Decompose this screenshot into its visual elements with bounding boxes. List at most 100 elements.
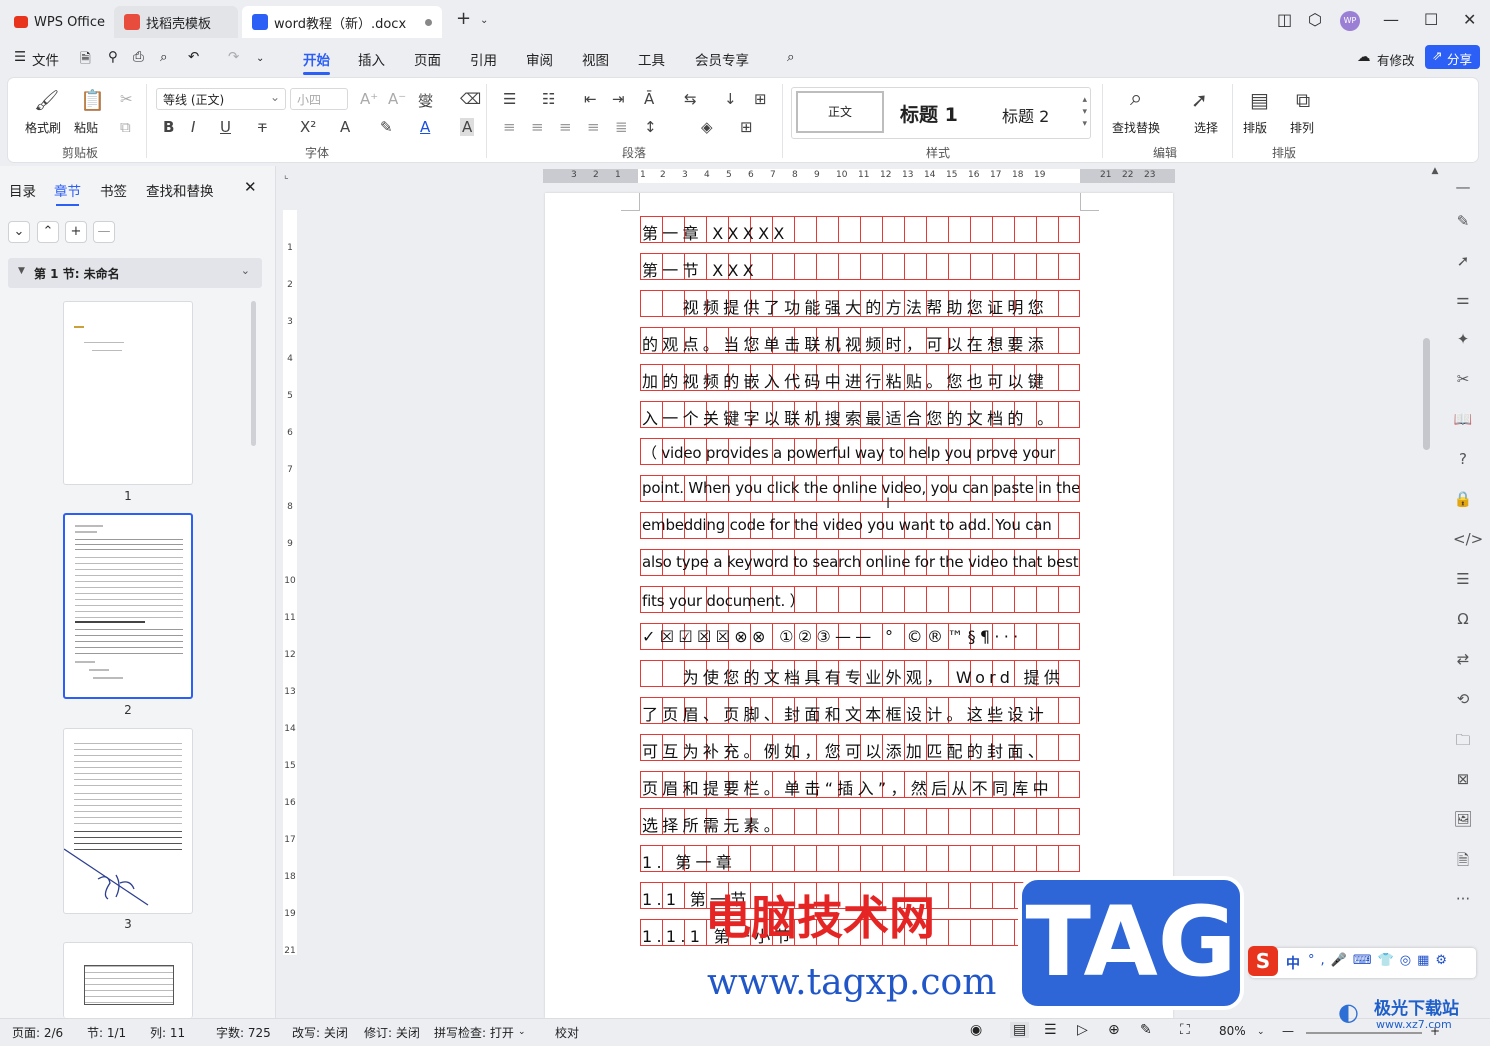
- symbol-icon[interactable]: Ω: [1453, 610, 1473, 628]
- read-mode-icon[interactable]: ▷: [1077, 1022, 1088, 1038]
- new-tab-button[interactable]: +: [456, 8, 471, 29]
- outline-view-icon[interactable]: ☰: [1044, 1022, 1057, 1038]
- image-icon[interactable]: ⊠: [1453, 770, 1473, 788]
- page-thumbnail-2[interactable]: [63, 513, 193, 699]
- hamburger-icon[interactable]: ☰: [14, 49, 26, 65]
- borders-icon[interactable]: ⊞: [740, 118, 753, 136]
- settings-sliders-icon[interactable]: ⚌: [1453, 290, 1473, 308]
- zoom-slider[interactable]: [1306, 1032, 1422, 1034]
- eye-protect-icon[interactable]: ◉: [970, 1022, 982, 1038]
- menu-insert[interactable]: 插入: [358, 49, 385, 69]
- save-icon[interactable]: 🗎: [80, 49, 91, 72]
- close-icon[interactable]: ✕: [1463, 10, 1476, 29]
- numbering-icon[interactable]: ☷: [542, 90, 555, 108]
- page-thumbnail-1[interactable]: [63, 301, 193, 485]
- bold-icon[interactable]: B: [163, 118, 174, 136]
- menu-member[interactable]: 会员专享: [695, 49, 749, 69]
- folder-star-icon[interactable]: 🗀: [1453, 730, 1473, 755]
- menu-reference[interactable]: 引用: [470, 49, 497, 69]
- collapse-icon[interactable]: —: [1453, 178, 1473, 196]
- status-proofread[interactable]: 校对: [555, 1024, 579, 1041]
- status-section[interactable]: 节: 1/1: [87, 1024, 126, 1041]
- select-button[interactable]: 选择: [1194, 119, 1218, 136]
- italic-icon[interactable]: I: [191, 118, 195, 136]
- decrease-indent-icon[interactable]: ⇤: [584, 90, 597, 108]
- align-center-icon[interactable]: ≡: [531, 118, 544, 136]
- menu-review[interactable]: 审阅: [526, 49, 553, 69]
- zoom-out-icon[interactable]: —: [1282, 1024, 1294, 1038]
- font-name-select[interactable]: 等线 (正文) ⌄: [156, 88, 286, 110]
- chevron-down-icon[interactable]: ⌄: [518, 1027, 526, 1037]
- style-normal[interactable]: 正文: [796, 91, 884, 133]
- style-heading1[interactable]: 标题 1: [900, 100, 958, 127]
- ime-mode[interactable]: 中: [1286, 953, 1300, 973]
- remove-section-icon[interactable]: —: [93, 221, 115, 243]
- translate-icon[interactable]: ⇄: [1453, 650, 1473, 668]
- select-arrow-icon[interactable]: ➚: [1453, 252, 1473, 270]
- shading-icon[interactable]: ◈: [701, 118, 713, 136]
- status-spellcheck[interactable]: 拼写检查: 打开: [434, 1024, 514, 1041]
- paste-button[interactable]: 粘贴: [74, 119, 98, 136]
- close-pane-icon[interactable]: ✕: [244, 178, 257, 196]
- align-left-icon[interactable]: ≡: [503, 118, 516, 136]
- code-icon[interactable]: </>: [1453, 530, 1483, 548]
- menu-file[interactable]: 文件: [32, 49, 59, 69]
- clear-format-icon[interactable]: ⌫: [460, 90, 481, 108]
- menu-tools[interactable]: 工具: [638, 49, 665, 69]
- export-image-icon[interactable]: 🖼: [1453, 810, 1473, 828]
- increase-indent-icon[interactable]: ⇥: [612, 90, 625, 108]
- pane-scrollbar[interactable]: [251, 301, 256, 446]
- tab-toc[interactable]: 目录: [9, 180, 36, 200]
- vertical-ruler[interactable]: 1 2 3 4 5 6 7 8 9 10 11 12 13 14 15 16 17 18 19 21: [283, 210, 297, 956]
- find-replace-button[interactable]: 查找替换: [1112, 119, 1160, 136]
- move-up-icon[interactable]: ⌃: [37, 221, 59, 243]
- cut-icon[interactable]: ✂: [120, 90, 133, 108]
- align-right-icon[interactable]: ≡: [559, 118, 572, 136]
- tab-template[interactable]: 找稻壳模板: [114, 6, 238, 38]
- avatar[interactable]: WP: [1340, 11, 1360, 31]
- phonetic-guide-icon[interactable]: 燮: [418, 90, 433, 111]
- ai-brain-icon[interactable]: ✦: [1453, 330, 1473, 348]
- status-page[interactable]: 页面: 2/6: [12, 1024, 63, 1041]
- add-section-icon[interactable]: +: [65, 221, 87, 243]
- tab-wps-office[interactable]: WPS Office: [4, 6, 115, 38]
- text-direction-icon[interactable]: Ā: [644, 90, 654, 108]
- history-icon[interactable]: ⟲: [1453, 690, 1473, 708]
- ruler-corner-icon[interactable]: ⌞: [284, 170, 289, 181]
- pen-icon[interactable]: ✎: [1453, 212, 1473, 230]
- status-overtype[interactable]: 改写: 关闭: [292, 1024, 348, 1041]
- maximize-icon[interactable]: ☐: [1424, 10, 1438, 29]
- cube-icon[interactable]: ⬡: [1308, 10, 1322, 29]
- tab-bookmarks[interactable]: 书签: [100, 180, 127, 200]
- move-down-icon[interactable]: ⌄: [8, 221, 30, 243]
- page-thumbnail-4[interactable]: [63, 942, 193, 1018]
- undo-icon[interactable]: ↶: [188, 49, 199, 65]
- share-button[interactable]: ⇗ 分享: [1425, 45, 1480, 69]
- outline-icon[interactable]: ☰: [1453, 570, 1473, 588]
- style-scroll-icon[interactable]: ▴ ▾ ▾: [1082, 94, 1087, 130]
- typeset-button[interactable]: 排版: [1243, 119, 1267, 136]
- help-icon[interactable]: ?: [1453, 450, 1473, 468]
- ime-tools-icons[interactable]: °,🎤⌨👕◎▦⚙: [1308, 953, 1453, 968]
- fit-page-icon[interactable]: ⛶: [1180, 1022, 1190, 1038]
- text-effect-icon[interactable]: A: [340, 118, 350, 136]
- sort-az-icon[interactable]: ↓: [724, 90, 737, 108]
- scroll-up-icon[interactable]: ▲: [1425, 166, 1445, 176]
- arrange-button[interactable]: 排列: [1290, 119, 1314, 136]
- tab-find-replace[interactable]: 查找和替换: [146, 180, 214, 200]
- status-track-changes[interactable]: 修订: 关闭: [364, 1024, 420, 1041]
- superscript-icon[interactable]: X²: [300, 118, 316, 136]
- lock-icon[interactable]: 🔒: [1453, 490, 1473, 508]
- zoom-level[interactable]: 80%: [1219, 1024, 1246, 1038]
- layout-icon[interactable]: ◫: [1277, 10, 1292, 29]
- grow-font-icon[interactable]: A⁺: [360, 90, 378, 108]
- ime-toolbar[interactable]: S 中 °,🎤⌨👕◎▦⚙: [1248, 946, 1476, 978]
- font-color-icon[interactable]: A: [420, 118, 430, 136]
- document-search-icon[interactable]: 🗎: [1453, 850, 1473, 875]
- justify-icon[interactable]: ≡: [587, 118, 600, 136]
- copy-icon[interactable]: ⧉: [120, 118, 131, 136]
- zoom-dropdown-icon[interactable]: ⌄: [1257, 1027, 1265, 1037]
- page-view-icon[interactable]: ▤: [1010, 1022, 1030, 1038]
- font-size-select[interactable]: 小四: [290, 88, 348, 110]
- format-painter-button[interactable]: 格式刷: [25, 119, 61, 136]
